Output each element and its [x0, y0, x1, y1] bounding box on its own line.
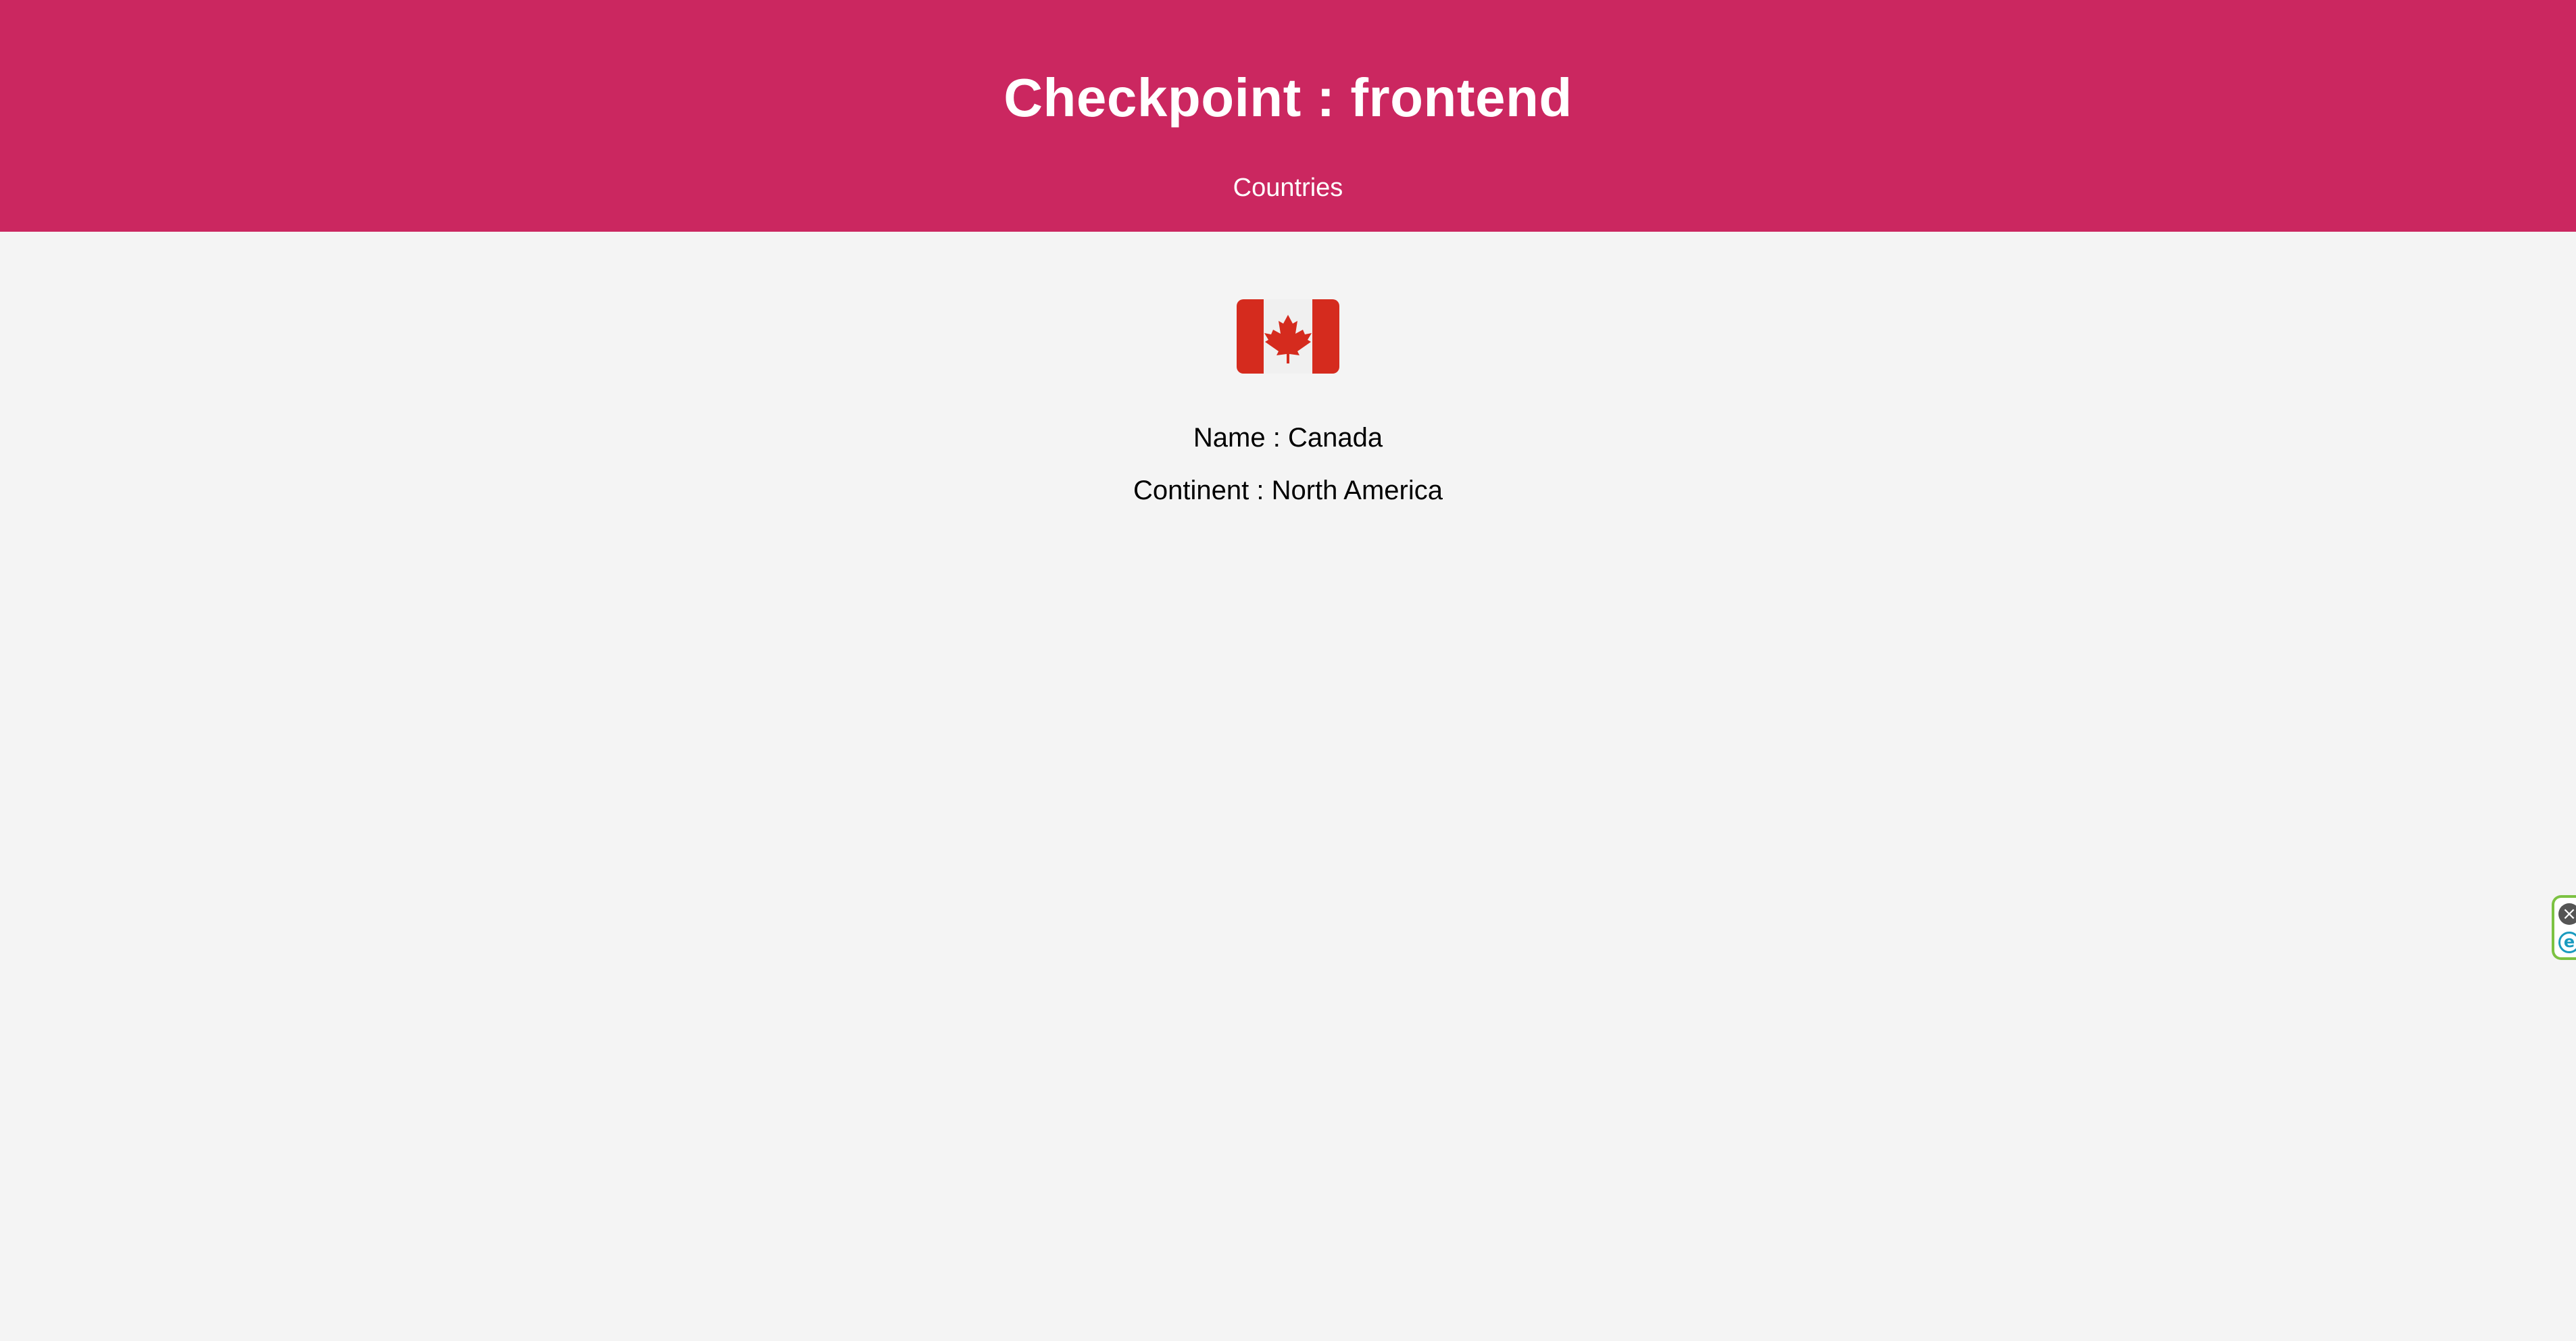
close-icon[interactable]: × [2558, 903, 2576, 925]
nav-link-countries[interactable]: Countries [0, 169, 2576, 207]
page-title: Checkpoint : frontend [1004, 68, 1572, 128]
extension-logo-icon[interactable]: e [2558, 932, 2576, 953]
canada-flag-icon [1237, 299, 1339, 374]
country-name: Name : Canada [1193, 423, 1383, 453]
country-details: Name : Canada Continent : North America [0, 299, 2576, 509]
country-continent: Continent : North America [1133, 476, 1443, 505]
app-header: Checkpoint : frontend Countries [0, 0, 2576, 232]
page: Checkpoint : frontend Countries Name : C… [0, 0, 2576, 1341]
browser-extension-widget[interactable]: × e [2552, 895, 2576, 960]
